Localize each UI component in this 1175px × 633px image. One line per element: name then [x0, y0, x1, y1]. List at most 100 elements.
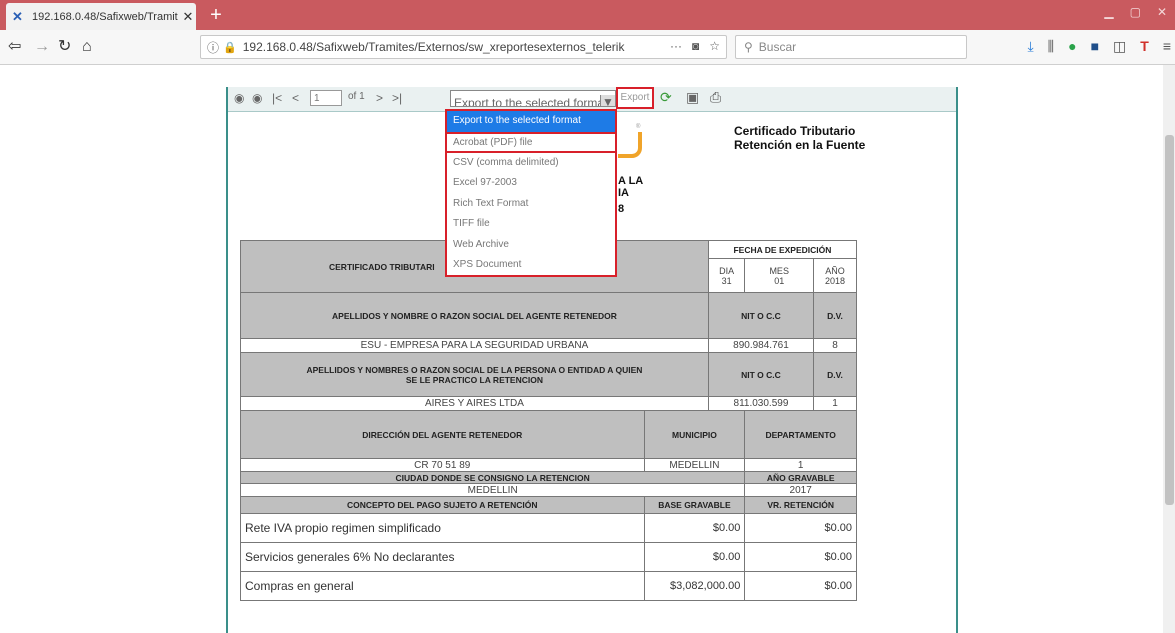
first-page-icon[interactable]: |< [272, 91, 282, 105]
agente-nit: 890.984.761 [707, 338, 815, 353]
maximize-icon[interactable]: ▢ [1130, 5, 1141, 19]
library-icon[interactable]: ⫼ [1048, 37, 1054, 55]
direccion-label: DIRECCIÓN DEL AGENTE RETENEDOR [240, 410, 645, 459]
mes-cell: MES 01 [744, 258, 815, 293]
previous-report-icon[interactable]: ◉ [234, 91, 244, 105]
menu-icon[interactable]: ≡ [1163, 37, 1171, 55]
departamento-value: 1 [744, 458, 857, 472]
vr-label: VR. RETENCIÓN [744, 496, 857, 514]
base-cell: $0.00 [643, 513, 746, 543]
dv-label: D.V. [813, 292, 857, 339]
export-option[interactable]: CSV (comma delimited) [447, 153, 615, 174]
download-icon[interactable]: ⤓ [1027, 37, 1033, 55]
header-fragment: 8 [618, 203, 625, 215]
search-input[interactable]: ⚲ Buscar [735, 35, 967, 59]
base-cell: $3,082,000.00 [643, 571, 746, 601]
company-logo [618, 132, 642, 158]
close-window-icon[interactable]: ✕ [1157, 5, 1167, 19]
extension-green-icon[interactable]: ● [1068, 37, 1076, 55]
export-option[interactable]: TIFF file [447, 214, 615, 235]
vr-cell: $0.00 [744, 571, 857, 601]
pocket-icon[interactable]: ◙ [692, 39, 699, 53]
reload-icon[interactable]: ↻ [58, 38, 71, 56]
persona-value: AIRES Y AIRES LTDA [240, 396, 709, 411]
page-number-input[interactable]: 1 [310, 90, 342, 106]
address-bar[interactable]: ⓘ 🔒 192.168.0.48/Safixweb/Tramites/Exter… [200, 35, 727, 59]
print-icon[interactable]: ⎙ [710, 89, 721, 106]
browser-tab[interactable]: ✕ 192.168.0.48/Safixweb/Tramit ✕ [6, 3, 196, 30]
navigation-bar: ⇦ → ↻ ⌂ ⓘ 🔒 192.168.0.48/Safixweb/Tramit… [0, 30, 1175, 65]
dia-value: 31 [721, 275, 732, 286]
base-cell: $0.00 [643, 542, 746, 572]
ano-cell: AÑO 2018 [813, 258, 857, 293]
ano-gravable-value: 2017 [744, 483, 857, 497]
info-icon[interactable]: ⓘ [207, 39, 219, 56]
chevron-down-icon[interactable]: ▼ [600, 95, 615, 106]
export-option[interactable]: Export to the selected format [447, 111, 615, 132]
bookmark-star-icon[interactable]: ☆ [709, 39, 720, 53]
page-actions-icon[interactable]: ··· [670, 39, 682, 53]
ano-value: 2018 [825, 275, 846, 286]
extension-blue-icon[interactable]: ■ [1091, 37, 1099, 55]
table-row: Compras en general $3,082,000.00 $0.00 [240, 571, 857, 601]
header-fragment: IA [618, 187, 629, 199]
next-page-icon[interactable]: > [376, 91, 383, 105]
mes-value: 01 [774, 275, 785, 286]
sidebar-icon[interactable]: ◫ [1113, 37, 1126, 55]
home-icon[interactable]: ⌂ [82, 38, 92, 56]
base-label: BASE GRAVABLE [643, 496, 746, 514]
registered-mark: ® [636, 124, 641, 130]
agente-label: APELLIDOS Y NOMBRE O RAZON SOCIAL DEL AG… [240, 292, 709, 339]
export-format-select[interactable]: Export to the selected format ▼ [450, 90, 616, 107]
ciudad-label: CIUDAD DONDE SE CONSIGNO LA RETENCION [239, 471, 746, 484]
persona-nit: 811.030.599 [707, 396, 815, 411]
vr-cell: $0.00 [744, 513, 857, 543]
search-icon: ⚲ [744, 40, 753, 54]
search-placeholder: Buscar [758, 40, 797, 54]
refresh-icon[interactable]: ⟳ [660, 89, 672, 106]
next-report-icon[interactable]: ◉ [252, 91, 262, 105]
new-tab-button[interactable]: + [205, 4, 227, 26]
print-preview-icon[interactable]: ▣ [686, 89, 699, 106]
concepto-cell: Rete IVA propio regimen simplificado [240, 513, 645, 543]
previous-page-icon[interactable]: < [292, 91, 299, 105]
municipio-value: MEDELLIN [643, 458, 746, 472]
dv-label-2: D.V. [813, 352, 857, 397]
municipio-label: MUNICIPIO [643, 410, 746, 459]
export-option[interactable]: Web Archive [447, 235, 615, 256]
export-format-dropdown: Export to the selected format Acrobat (P… [445, 109, 617, 277]
table-row: Servicios generales 6% No declarantes $0… [240, 542, 857, 572]
ano-label: AÑO [825, 265, 845, 276]
minimize-icon[interactable]: ▁ [1104, 5, 1113, 19]
forward-icon[interactable]: → [34, 38, 50, 56]
export-option-pdf[interactable]: Acrobat (PDF) file [445, 131, 617, 153]
export-button[interactable]: Export [616, 87, 654, 109]
direccion-value: CR 70 51 89 [240, 458, 645, 472]
table-row: Rete IVA propio regimen simplificado $0.… [240, 513, 857, 543]
persona-label: APELLIDOS Y NOMBRES O RAZON SOCIAL DE LA… [240, 352, 709, 397]
ciudad-value: MEDELLIN [239, 483, 746, 497]
scrollbar-thumb[interactable] [1165, 135, 1174, 505]
export-option[interactable]: XPS Document [447, 255, 615, 276]
insecure-lock-icon[interactable]: 🔒 [223, 41, 237, 54]
back-icon[interactable]: ⇦ [8, 38, 21, 56]
export-option[interactable]: Rich Text Format [447, 194, 615, 215]
close-tab-icon[interactable]: ✕ [180, 9, 196, 25]
page-count: of 1 [348, 91, 365, 102]
mes-label: MES [769, 265, 789, 276]
header-fragment: A LA [618, 175, 644, 187]
fecha-label: FECHA DE EXPEDICIÓN [707, 240, 858, 259]
tab-bar: ✕ 192.168.0.48/Safixweb/Tramit ✕ + ▁ ▢ ✕ [0, 0, 1175, 30]
export-option[interactable]: Excel 97-2003 [447, 173, 615, 194]
last-page-icon[interactable]: >| [392, 91, 402, 105]
site-favicon-icon: ✕ [12, 8, 23, 24]
concepto-cell: Servicios generales 6% No declarantes [240, 542, 645, 572]
concepto-cell: Compras en general [240, 571, 645, 601]
persona-dv: 1 [813, 396, 857, 411]
certificate-table: CERTIFICADO TRIBUTARI FECHA DE EXPEDICIÓ… [239, 240, 858, 601]
extension-t-icon[interactable]: T [1140, 37, 1149, 55]
certificate-title: Certificado Tributario Retención en la F… [734, 124, 866, 152]
url-text: 192.168.0.48/Safixweb/Tramites/Externos/… [242, 40, 625, 54]
vertical-scrollbar[interactable] [1163, 65, 1175, 633]
agente-dv: 8 [813, 338, 857, 353]
